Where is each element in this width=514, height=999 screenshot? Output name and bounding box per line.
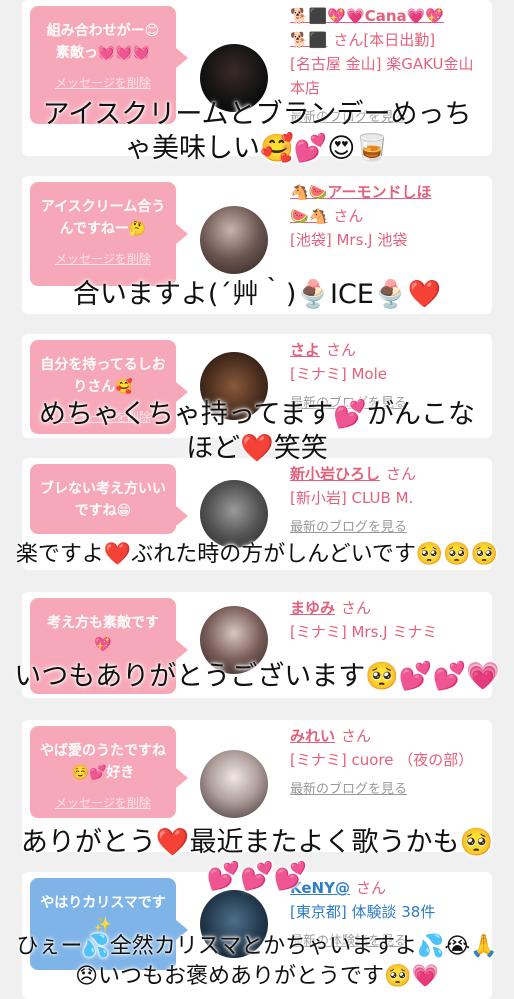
delete-message-link[interactable]: メッセージを削除 (40, 248, 166, 270)
message-text: 考え方も素敵です💖 (47, 615, 159, 653)
profile-name-second-line[interactable]: 🐕⬛ (290, 31, 327, 49)
message-bubble: アイスクリーム合うんですねー🤔 メッセージを削除 (30, 182, 188, 286)
honorific: さん (341, 727, 372, 745)
location-shop: [ミナミ] Mole (290, 365, 387, 383)
message-bubble: ブレない考え方いいですね😁 (30, 464, 188, 534)
reply-overlay-text: ひぇー💦全然カリスマとかちゃいますよ💦😭🙏😞いつもお褒めありがとうです🥺💗 (16, 934, 498, 989)
blog-link[interactable]: 最新のブログを見る (290, 778, 486, 802)
reply-overlay-text: 楽ですよ❤️ぶれた時の方がしんどいです🥺🥺🥺 (15, 542, 499, 567)
location-shop: [名古屋 金山] 楽GAKU金山本店 (290, 55, 474, 97)
honorific: さん (341, 599, 372, 617)
location-shop: [池袋] Mrs.J 池袋 (290, 231, 408, 249)
message-text: 自分を持ってるしおりさん🥰 (40, 357, 166, 395)
message-text: アイスクリーム合うんですねー🤔 (40, 199, 166, 237)
profile-name[interactable]: みれい (290, 727, 335, 745)
message-text: ブレない考え方いいですね😁 (40, 481, 166, 519)
message-text: やはりカリスマです✨ (40, 895, 166, 933)
reply-overlay-text: ありがとう❤️最近またよく歌うかも🥺💕💕💕 (20, 827, 494, 892)
honorific: さん (333, 31, 364, 49)
location-shop: [ミナミ] cuore （夜の部） (290, 751, 474, 769)
location-shop: [新小岩] CLUB M. (290, 489, 414, 507)
profile-name[interactable]: 🐕⬛💖💗Cana💗💖 (290, 7, 444, 25)
profile-info: まゆみ さん [ミナミ] Mrs.J ミナミ (290, 596, 486, 644)
reply-overlay-text: 合いますよ(´艸｀)🍨ICE🍨❤️ (72, 279, 442, 310)
honorific: さん (386, 465, 417, 483)
avatar[interactable] (200, 480, 268, 548)
profile-name[interactable]: さよ (290, 341, 320, 359)
reply-overlay-text: めちゃくちゃ持ってます💕がんこなほど❤️笑笑 (39, 399, 475, 464)
profile-info: 🐴🍉アーモンドしほ 🍉🐴 さん [池袋] Mrs.J 池袋 (290, 180, 486, 252)
delete-message-link[interactable]: メッセージを削除 (40, 792, 166, 814)
profile-info: 新小岩ひろし さん [新小岩] CLUB M. 最新のブログを見る (290, 462, 486, 540)
location-shop: [ミナミ] Mrs.J ミナミ (290, 623, 438, 641)
reply-overlay-text: いつもありがとうございます🥺💕💕💗 (14, 661, 500, 692)
profile-name[interactable]: 🐴🍉アーモンドしほ (290, 183, 431, 201)
profile-name[interactable]: まゆみ (290, 599, 335, 617)
message-text: やば愛のうたですね☺️💕好き (40, 743, 166, 781)
avatar[interactable] (200, 206, 268, 274)
delete-message-link[interactable]: メッセージを削除 (40, 72, 166, 94)
reply-overlay-text: アイスクリームとブランデーめっちゃ美味しい🥰💕😍🥃 (42, 99, 472, 164)
honorific: さん (326, 341, 357, 359)
profile-info: みれい さん [ミナミ] cuore （夜の部） 最新のブログを見る (290, 724, 486, 802)
profile-name-second-line[interactable]: 🍉🐴 (290, 207, 327, 225)
message-text: 組み合わせがー😊素敵っ💓💓💓 (46, 23, 160, 61)
honorific: さん (333, 207, 364, 225)
blog-link[interactable]: 最新のブログを見る (290, 516, 486, 540)
avatar[interactable] (200, 750, 268, 818)
profile-name[interactable]: 新小岩ひろし (290, 465, 380, 483)
location-shop: [東京都] 体験談 38件 (290, 903, 436, 921)
message-bubble: やば愛のうたですね☺️💕好き メッセージを削除 (30, 726, 188, 818)
status-badge: [本日出勤] (363, 31, 436, 49)
